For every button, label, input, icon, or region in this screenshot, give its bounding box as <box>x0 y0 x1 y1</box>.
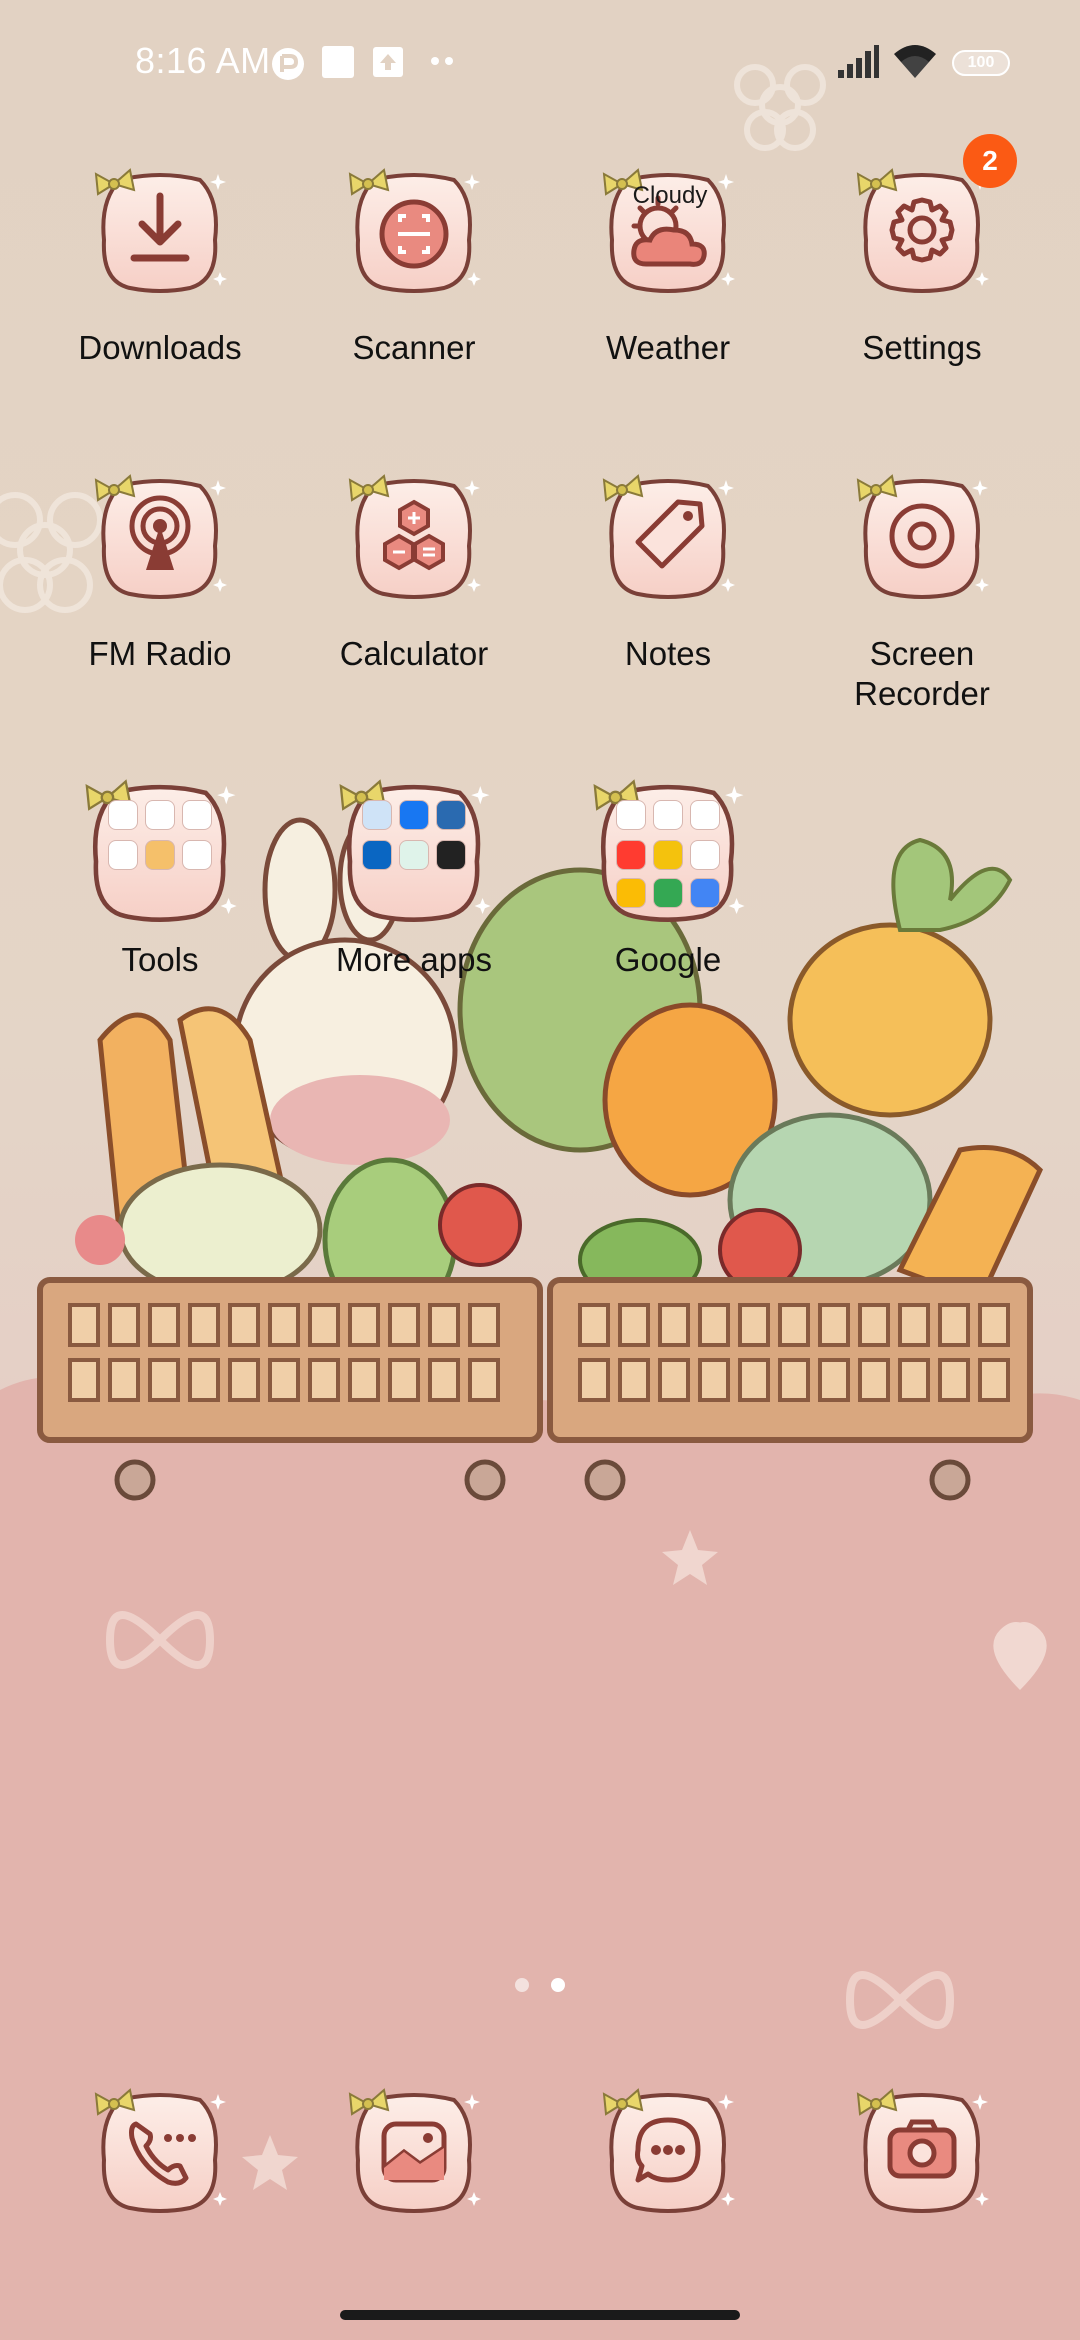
signal-icon <box>838 45 879 78</box>
weather-icon <box>598 160 738 300</box>
app-screen-recorder[interactable]: Screen Recorder <box>797 466 1047 716</box>
dock-phone[interactable] <box>35 2080 285 2240</box>
battery-icon: 100 <box>952 50 1010 76</box>
wifi-icon <box>894 45 936 78</box>
app-label: Scanner <box>352 329 476 366</box>
folder-label: More apps <box>336 941 492 978</box>
folder-label: Tools <box>121 941 199 978</box>
app-label: Downloads <box>78 329 242 366</box>
dock-gallery[interactable] <box>289 2080 539 2240</box>
app-downloads[interactable]: Downloads <box>35 160 285 380</box>
notification-badge: 2 <box>963 134 1017 188</box>
folder-icon <box>334 770 494 930</box>
more-dots-icon <box>431 57 453 65</box>
app-label: Weather <box>605 329 731 366</box>
folder-tools[interactable]: Tools <box>35 770 285 990</box>
status-bar: 8:16 AM 100 <box>0 0 1080 124</box>
download-icon <box>90 160 230 300</box>
status-time: 8:16 AM <box>135 40 271 81</box>
app-label: Settings <box>862 329 982 366</box>
folder-icon <box>588 770 748 930</box>
app-label: Notes <box>624 635 712 672</box>
app-status-icon <box>272 48 304 80</box>
camera-icon <box>852 2080 992 2220</box>
battery-level: 100 <box>967 54 995 71</box>
folder-label: Google <box>614 941 722 978</box>
radio-icon <box>90 466 230 606</box>
app-notes[interactable]: Notes <box>543 466 793 686</box>
page-indicator <box>0 1970 1080 2000</box>
weather-widget-text: Cloudy <box>632 182 708 209</box>
dock-camera[interactable] <box>797 2080 1047 2240</box>
phone-icon <box>90 2080 230 2220</box>
calculator-icon <box>344 466 484 606</box>
messages-icon <box>598 2080 738 2220</box>
app-fm-radio[interactable]: FM Radio <box>35 466 285 686</box>
scanner-icon <box>344 160 484 300</box>
app-settings[interactable]: Settings <box>797 160 1047 380</box>
record-icon <box>852 466 992 606</box>
folder-google[interactable]: Google <box>543 770 793 990</box>
page-dot[interactable] <box>515 1978 529 1992</box>
app-label: FM Radio <box>88 635 232 672</box>
folder-more-apps[interactable]: More apps <box>289 770 539 990</box>
folder-icon <box>80 770 240 930</box>
app-label: Calculator <box>339 635 489 672</box>
app-label: Screen Recorder <box>854 635 990 712</box>
app-scanner[interactable]: Scanner <box>289 160 539 380</box>
dock-messages[interactable] <box>543 2080 793 2240</box>
page-dot-active[interactable] <box>551 1978 565 1992</box>
gallery-icon <box>344 2080 484 2220</box>
square-notification-icon <box>322 46 354 78</box>
home-indicator-bar[interactable] <box>340 2310 740 2320</box>
upload-notification-icon <box>373 47 403 77</box>
app-calculator[interactable]: Calculator <box>289 466 539 686</box>
tag-icon <box>598 466 738 606</box>
